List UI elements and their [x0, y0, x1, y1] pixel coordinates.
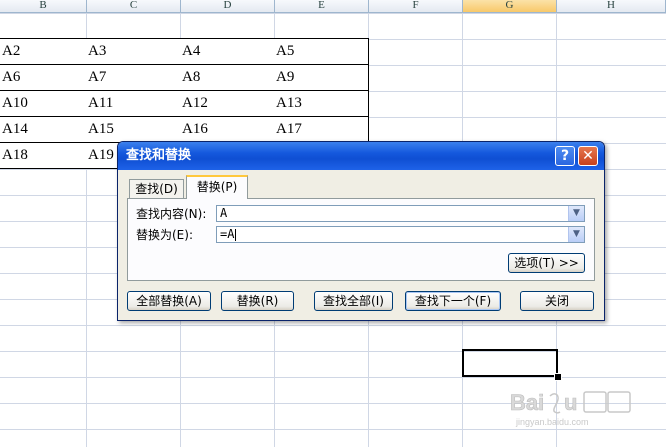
svg-text:Bai: Bai — [510, 390, 544, 415]
column-header-e[interactable]: E — [275, 0, 369, 12]
replace-button[interactable]: 替换(R) — [221, 291, 294, 311]
gridline-horizontal — [0, 377, 666, 378]
table-cell[interactable]: A11 — [86, 91, 181, 117]
tab-replace[interactable]: 替换(P) — [186, 175, 248, 199]
table-cell[interactable]: A9 — [274, 65, 369, 91]
find-next-button[interactable]: 查找下一个(F) — [405, 291, 501, 311]
chevron-down-icon[interactable]: ▼ — [568, 227, 584, 242]
baidu-logo-icon: Bai u jingyan.baidu.com — [510, 390, 631, 427]
column-header-d[interactable]: D — [181, 0, 275, 12]
table-cell[interactable]: A6 — [0, 65, 87, 91]
tab-find[interactable]: 查找(D) — [129, 179, 184, 198]
table-cell[interactable]: A4 — [180, 38, 275, 65]
column-header-row: BCDEFGH — [0, 0, 666, 13]
find-what-combobox[interactable]: A ▼ — [216, 205, 585, 222]
gridline-horizontal — [0, 325, 666, 326]
selected-cell[interactable] — [462, 349, 558, 377]
column-header-h[interactable]: H — [557, 0, 666, 12]
find-all-button[interactable]: 查找全部(I) — [314, 291, 393, 311]
table-cell[interactable]: A7 — [86, 65, 181, 91]
close-window-button[interactable]: ✕ — [578, 146, 598, 166]
find-replace-dialog: 查找和替换 ? ✕ 查找(D) 替换(P) 查找内容(N): A ▼ 替换为(E… — [117, 141, 605, 321]
svg-text:jingyan.baidu.com: jingyan.baidu.com — [515, 417, 589, 427]
table-cell[interactable]: A18 — [0, 143, 87, 169]
dialog-title: 查找和替换 — [126, 148, 192, 163]
column-header-g[interactable]: G — [463, 0, 557, 12]
find-what-label: 查找内容(N): — [136, 207, 207, 221]
dialog-titlebar[interactable]: 查找和替换 ? ✕ — [118, 142, 604, 170]
replace-with-label: 替换为(E): — [136, 228, 193, 242]
table-cell[interactable]: A12 — [180, 91, 275, 117]
table-cell[interactable]: A15 — [86, 117, 181, 143]
chevron-down-icon[interactable]: ▼ — [568, 206, 584, 221]
help-icon: ? — [560, 148, 570, 164]
text-caret — [235, 228, 237, 241]
table-cell[interactable]: A13 — [274, 91, 369, 117]
svg-text:u: u — [564, 390, 577, 415]
table-cell[interactable]: A14 — [0, 117, 87, 143]
replace-all-button[interactable]: 全部替换(A) — [127, 291, 211, 311]
options-button[interactable]: 选项(T) >> — [508, 253, 585, 273]
gridline-horizontal — [0, 351, 666, 352]
find-what-value: A — [220, 206, 228, 220]
gridline-horizontal — [0, 429, 666, 430]
column-header-b[interactable]: B — [0, 0, 87, 12]
table-cell[interactable]: A2 — [0, 38, 87, 65]
column-header-f[interactable]: F — [369, 0, 463, 12]
column-header-c[interactable]: C — [87, 0, 181, 12]
table-cell[interactable]: A10 — [0, 91, 87, 117]
baidu-jingyan-watermark: Bai u jingyan.baidu.com — [508, 388, 638, 428]
table-cell[interactable]: A3 — [86, 38, 181, 65]
table-cell[interactable]: A8 — [180, 65, 275, 91]
replace-with-value: =A — [220, 227, 237, 241]
table-cell[interactable]: A17 — [274, 117, 369, 143]
close-icon: ✕ — [582, 148, 594, 164]
replace-with-combobox[interactable]: =A ▼ — [216, 226, 585, 243]
close-button[interactable]: 关闭 — [520, 291, 594, 311]
gridline-horizontal — [0, 13, 666, 14]
table-cell[interactable]: A5 — [274, 38, 369, 65]
table-cell[interactable]: A16 — [180, 117, 275, 143]
help-button[interactable]: ? — [555, 146, 575, 166]
fill-handle[interactable] — [554, 373, 562, 381]
